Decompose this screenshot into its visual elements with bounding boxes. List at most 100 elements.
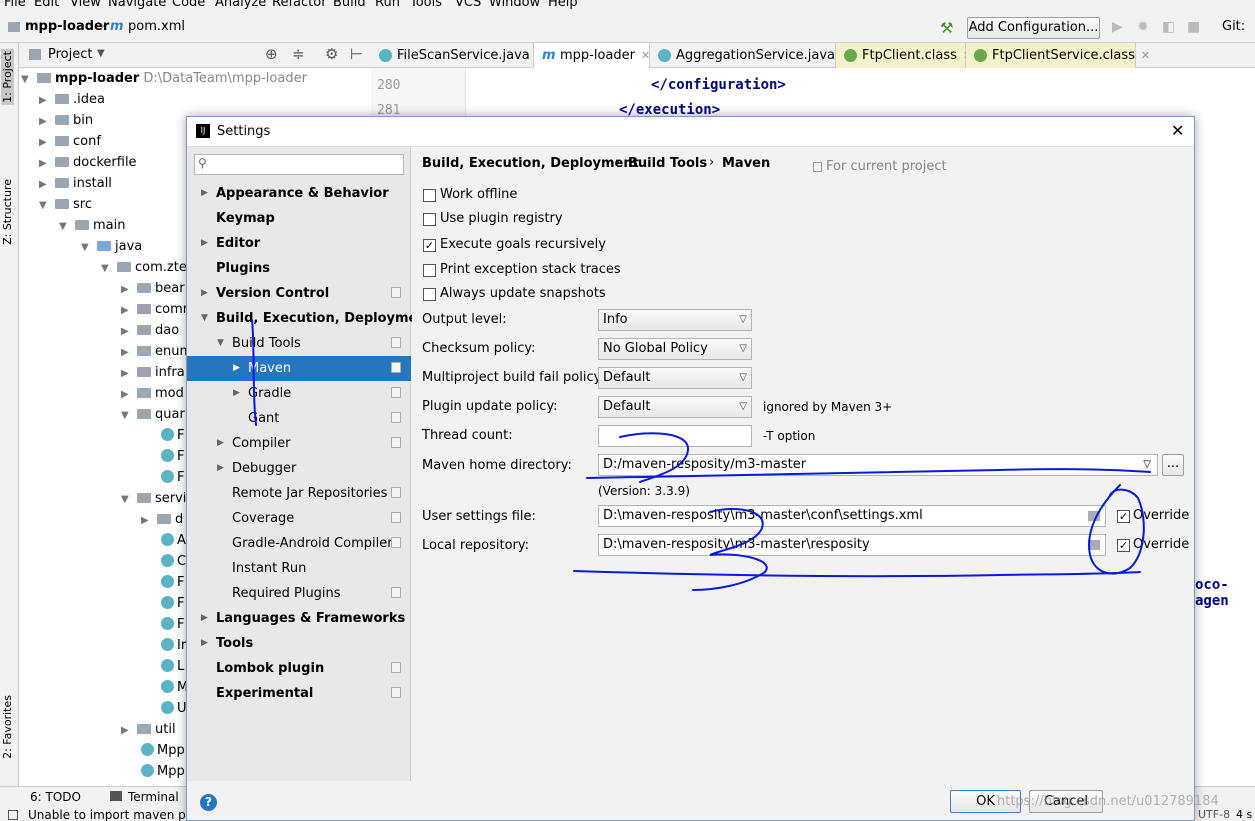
project-panel-title[interactable]: Project — [48, 47, 92, 62]
locate-icon[interactable]: ⊕ — [265, 45, 278, 63]
tab-favorites[interactable]: 2: Favorites — [1, 695, 14, 759]
status-encoding[interactable]: UTF-8 — [1198, 808, 1230, 821]
help-button[interactable]: ? — [200, 794, 217, 811]
menu-tools[interactable]: Tools — [410, 0, 442, 10]
collapse-icon[interactable]: ≑ — [292, 45, 305, 63]
local-repo-input[interactable]: D:\maven-resposity\m3-master\resposity — [598, 534, 1106, 556]
user-settings-input[interactable]: D:\maven-resposity\m3-master\conf\settin… — [598, 505, 1106, 527]
tree-item[interactable]: F — [161, 593, 184, 614]
breadcrumb-file[interactable]: pom.xml — [128, 19, 185, 34]
menu-navigate[interactable]: Navigate — [108, 0, 166, 10]
nav-editor[interactable]: ▶ Editor — [187, 231, 411, 256]
tree-item[interactable]: ▶ comr — [121, 299, 188, 320]
menu-file[interactable]: File — [4, 0, 26, 10]
status-indent[interactable]: 4 s — [1236, 808, 1252, 821]
menu-window[interactable]: Window — [489, 0, 540, 10]
nav-build-execution[interactable]: ▼ Build, Execution, Deployment — [187, 306, 433, 331]
coverage-icon[interactable]: ◧ — [1162, 19, 1175, 35]
nav-instant-run[interactable]: Instant Run — [187, 556, 411, 581]
tree-item[interactable]: F — [161, 614, 184, 635]
tree-item[interactable]: ▶ enum — [121, 341, 192, 362]
tree-item[interactable]: F — [161, 446, 184, 467]
menu-view[interactable]: View — [70, 0, 101, 10]
tree-item[interactable]: ▼ quar — [121, 404, 185, 425]
tree-item[interactable]: U — [161, 698, 187, 719]
checksum-select[interactable]: No Global Policy ▽ — [598, 338, 752, 360]
tab-aggregationservice[interactable]: AggregationService.java✕ — [650, 43, 850, 68]
tree-item[interactable]: ▶ bin — [39, 110, 93, 131]
tree-item[interactable]: ▶ install — [39, 173, 112, 194]
nav-version-control[interactable]: ▶ Version Control — [187, 281, 411, 306]
nav-maven[interactable]: ▶ Maven — [187, 356, 411, 381]
stack-traces-checkbox[interactable] — [423, 264, 436, 277]
tab-ftpclientservice[interactable]: FtpClientService.class ✕ — [966, 43, 1150, 68]
tree-item[interactable]: ▶ d — [141, 509, 183, 530]
breadcrumb-project[interactable]: mpp-loader — [25, 19, 109, 34]
tree-item[interactable]: ▼ servi — [121, 488, 186, 509]
gear-icon[interactable]: ⚙ — [325, 45, 338, 63]
tree-item[interactable]: ▶ infra — [121, 362, 185, 383]
stop-icon[interactable]: ■ — [1187, 19, 1200, 35]
nav-coverage[interactable]: Coverage — [187, 506, 411, 531]
tree-item[interactable]: ▼ java — [81, 236, 142, 257]
output-level-select[interactable]: Info ▽ — [598, 309, 752, 331]
nav-appearance[interactable]: ▶ Appearance & Behavior — [187, 181, 411, 206]
tab-filescanservice[interactable]: FileScanService.java✕ — [371, 43, 545, 68]
menu-code[interactable]: Code — [172, 0, 205, 10]
menu-analyze[interactable]: Analyze — [215, 0, 266, 10]
tree-item[interactable]: ▶ .idea — [39, 89, 105, 110]
menu-vcs[interactable]: VCS — [455, 0, 481, 10]
user-settings-override-checkbox[interactable]: ✓ — [1117, 510, 1130, 523]
chevron-down-icon[interactable]: ▼ — [97, 48, 105, 59]
status-message[interactable]: Unable to import maven pr — [28, 808, 191, 821]
nav-experimental[interactable]: Experimental — [187, 681, 411, 706]
tree-item[interactable]: ▶ bear — [121, 278, 185, 299]
work-offline-checkbox[interactable] — [423, 189, 436, 202]
menu-refactor[interactable]: Refactor — [272, 0, 327, 10]
tab-terminal[interactable]: Terminal — [128, 790, 179, 804]
nav-required-plugins[interactable]: Required Plugins — [187, 581, 411, 606]
tree-item[interactable]: F — [161, 572, 184, 593]
tree-item[interactable]: L — [161, 656, 184, 677]
debug-icon[interactable]: ✹ — [1137, 19, 1149, 35]
nav-remote-jar[interactable]: Remote Jar Repositories — [187, 481, 411, 506]
hide-icon[interactable]: ⊢ — [350, 45, 363, 63]
tree-item[interactable]: ▶ util — [121, 719, 176, 740]
menu-build[interactable]: Build — [333, 0, 366, 10]
browse-maven-home-button[interactable]: ... — [1162, 454, 1184, 476]
settings-search-input[interactable]: ⚲ — [194, 154, 404, 175]
tab-todo[interactable]: 6: TODO — [30, 790, 81, 804]
add-configuration-button[interactable]: Add Configuration... — [967, 17, 1100, 39]
menu-help[interactable]: Help — [548, 0, 578, 10]
tree-item[interactable]: ▼ main — [59, 215, 125, 236]
tree-item[interactable]: Mpp — [141, 740, 185, 761]
hammer-icon[interactable]: ⚒ — [940, 19, 953, 37]
plugin-update-select[interactable]: Default ▽ — [598, 396, 752, 418]
nav-gant[interactable]: Gant — [187, 406, 411, 431]
local-repo-override-checkbox[interactable]: ✓ — [1117, 539, 1130, 552]
multiproject-select[interactable]: Default ▽ — [598, 367, 752, 389]
tab-ftpclient[interactable]: FtpClient.class✕ — [836, 43, 972, 68]
nav-lombok[interactable]: Lombok plugin — [187, 656, 411, 681]
nav-gradle-android[interactable]: Gradle-Android Compiler — [187, 531, 411, 556]
nav-languages[interactable]: ▶ Languages & Frameworks — [187, 606, 411, 631]
tree-item[interactable]: ▶ dao — [121, 320, 179, 341]
menu-run[interactable]: Run — [375, 0, 400, 10]
close-icon[interactable]: ✕ — [1171, 121, 1184, 140]
tree-item[interactable]: ▼ src — [39, 194, 92, 215]
nav-keymap[interactable]: Keymap — [187, 206, 411, 231]
tree-item[interactable]: M — [161, 677, 188, 698]
nav-tools[interactable]: ▶ Tools — [187, 631, 411, 656]
nav-plugins[interactable]: Plugins — [187, 256, 411, 281]
tab-structure[interactable]: Z: Structure — [1, 179, 14, 245]
tree-item[interactable]: Mpp — [141, 761, 185, 782]
tree-item[interactable]: ▼ mpp-loader D:\DataTeam\mpp-loader — [21, 68, 307, 89]
nav-gradle[interactable]: ▶ Gradle — [187, 381, 411, 406]
tab-mpp-loader[interactable]: m mpp-loader ✕ — [534, 43, 650, 68]
tree-item[interactable]: ▼ com.zte. — [101, 257, 191, 278]
tree-item[interactable]: C — [161, 551, 186, 572]
tree-item[interactable]: Ir — [161, 635, 186, 656]
run-icon[interactable]: ▶ — [1112, 19, 1123, 35]
recursive-checkbox[interactable]: ✓ — [423, 239, 436, 252]
tree-item[interactable]: ▶ mod — [121, 383, 184, 404]
